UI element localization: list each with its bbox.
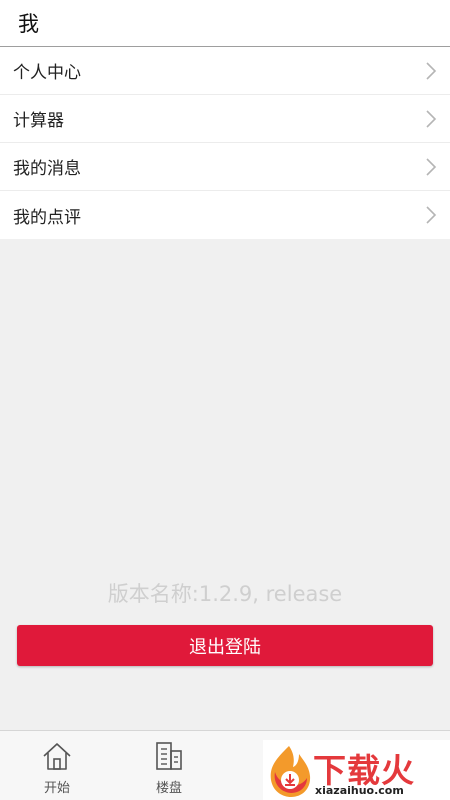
settings-menu: 个人中心 计算器 我的消息 我的点评	[0, 47, 450, 239]
menu-item-calculator[interactable]: 计算器	[0, 95, 450, 143]
chevron-right-icon	[426, 206, 437, 224]
menu-item-label: 个人中心	[13, 63, 81, 83]
version-label: 版本名称:1.2.9, release	[107, 582, 343, 606]
chevron-right-icon	[426, 61, 437, 80]
chevron-right-icon	[426, 109, 437, 128]
watermark-logo: 下载火 xiazaihuo.com	[263, 740, 450, 800]
menu-item-profile[interactable]: 个人中心	[0, 47, 450, 95]
building-icon	[156, 742, 182, 770]
tab-label: 楼盘	[155, 781, 182, 796]
menu-item-messages[interactable]: 我的消息	[0, 143, 450, 191]
tab-properties[interactable]: 楼盘	[139, 741, 199, 796]
watermark-site: xiazaihuo.com	[315, 784, 404, 797]
menu-item-label: 我的消息	[13, 159, 81, 179]
logout-button[interactable]: 退出登陆	[17, 625, 433, 666]
top-header: 我	[0, 0, 450, 47]
menu-item-label: 计算器	[13, 111, 64, 131]
fire-logo-icon	[270, 746, 311, 797]
home-icon	[43, 743, 71, 770]
menu-item-label: 我的点评	[13, 207, 81, 228]
menu-item-reviews[interactable]: 我的点评	[0, 191, 450, 239]
page-title: 我	[18, 12, 39, 36]
tab-start[interactable]: 开始	[27, 741, 87, 796]
chevron-right-icon	[426, 157, 437, 176]
tab-label: 开始	[43, 781, 70, 796]
